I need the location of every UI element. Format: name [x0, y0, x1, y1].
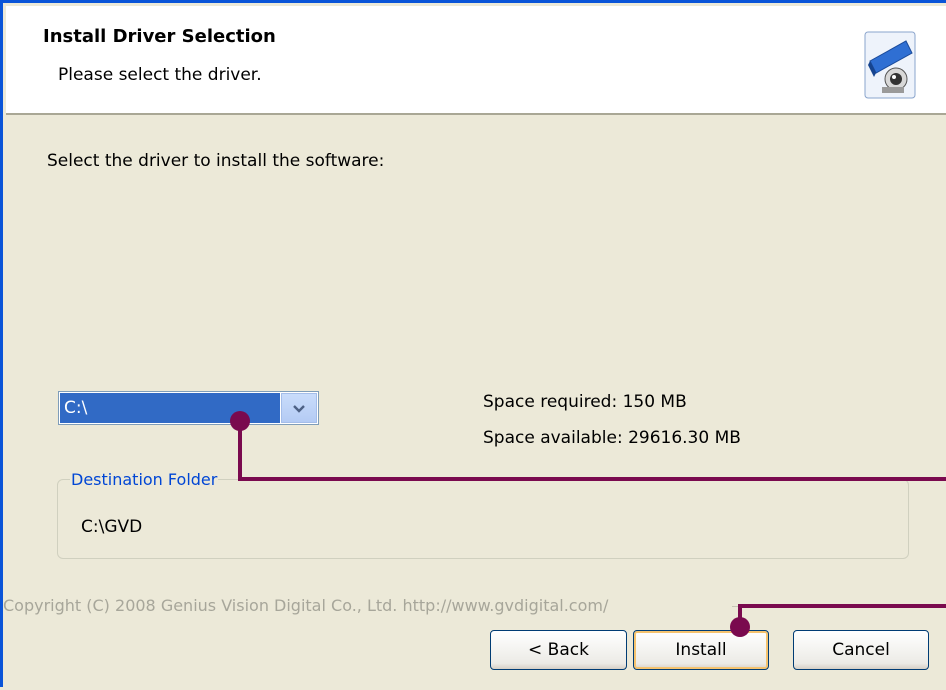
driver-prompt: Select the driver to install the softwar… [47, 151, 385, 171]
wizard-header: Install Driver Selection Please select t… [6, 6, 946, 115]
drive-dropdown[interactable]: C:\ [58, 391, 319, 425]
install-button[interactable]: Install [633, 630, 769, 670]
copyright-text: Copyright (C) 2008 Genius Vision Digital… [3, 596, 609, 615]
chevron-down-icon [292, 399, 306, 418]
page-subtitle: Please select the driver. [58, 65, 262, 85]
drive-selected-value: C:\ [60, 393, 280, 423]
page-title: Install Driver Selection [43, 26, 276, 47]
installer-window: Install Driver Selection Please select t… [0, 0, 946, 687]
footer-divider [732, 606, 946, 607]
destination-folder-legend: Destination Folder [70, 470, 219, 489]
destination-folder-group [57, 479, 909, 559]
dropdown-arrow-button[interactable] [281, 393, 317, 423]
cancel-button[interactable]: Cancel [793, 630, 929, 670]
camera-icon [864, 31, 916, 99]
space-required-text: Space required: 150 MB [483, 392, 687, 412]
space-available-text: Space available: 29616.30 MB [483, 428, 741, 448]
back-button[interactable]: < Back [490, 630, 627, 670]
destination-folder-path: C:\GVD [81, 517, 143, 537]
